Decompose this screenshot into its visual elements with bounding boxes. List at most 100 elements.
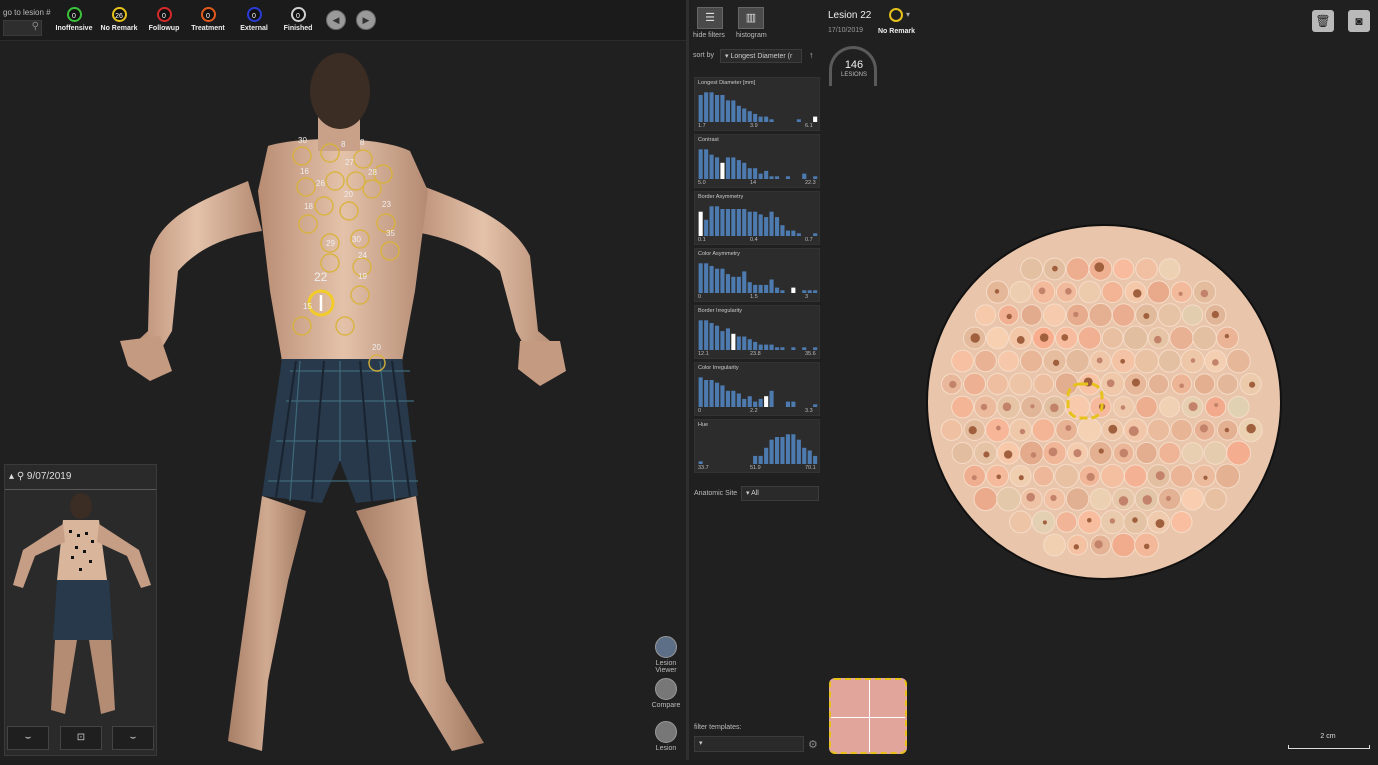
lesion-tile[interactable] <box>1033 373 1055 395</box>
lesion-marker[interactable]: 29 <box>326 239 335 248</box>
histogram-bar[interactable] <box>769 344 774 350</box>
histogram-bar[interactable] <box>769 211 774 236</box>
lesion-tile[interactable] <box>1008 372 1033 396</box>
histogram-bar[interactable] <box>725 274 730 293</box>
lesion-mosaic-grid[interactable] <box>928 226 1280 578</box>
lesion-tile[interactable] <box>1123 464 1148 488</box>
histogram-bar[interactable] <box>747 168 752 179</box>
histogram-bars[interactable] <box>698 257 818 293</box>
histogram-bar[interactable] <box>769 176 774 179</box>
lesion-tile[interactable] <box>1181 487 1205 511</box>
histogram-bar[interactable] <box>742 336 747 351</box>
histogram-bar[interactable] <box>764 284 769 293</box>
next-lesion-button[interactable]: ▶ <box>356 10 376 30</box>
histogram-bar[interactable] <box>813 404 818 407</box>
histogram-bar[interactable] <box>736 393 741 408</box>
histogram-bar[interactable] <box>725 100 730 122</box>
histogram-bar[interactable] <box>731 100 736 122</box>
histogram-bar[interactable] <box>802 447 807 464</box>
lesion-tile[interactable] <box>1193 373 1216 395</box>
lesion-marker[interactable]: 8 <box>360 138 365 147</box>
lesion-marker[interactable]: 26 <box>316 179 325 188</box>
histogram-bar[interactable] <box>720 268 725 293</box>
histogram-bar[interactable] <box>802 347 807 350</box>
histogram-bar[interactable] <box>731 209 736 236</box>
lesion-tile[interactable] <box>1111 303 1136 327</box>
histogram-bar[interactable] <box>753 455 758 464</box>
histogram-bar[interactable] <box>758 455 763 464</box>
histogram-bar[interactable] <box>709 266 714 293</box>
lesion-tile[interactable] <box>1031 418 1056 442</box>
histogram-bar[interactable] <box>736 336 741 351</box>
lesion-tile[interactable] <box>1101 327 1124 349</box>
histogram-bar[interactable] <box>758 214 763 236</box>
lesion-tile[interactable] <box>1170 511 1193 533</box>
histogram-bar-selected[interactable] <box>813 116 818 122</box>
lesion-tile[interactable] <box>996 486 1021 512</box>
histogram-bar[interactable] <box>736 105 741 122</box>
lesion-tool[interactable]: Lesion <box>648 721 684 752</box>
settings-gear-icon[interactable]: ⚙ <box>808 738 818 751</box>
lesion-tile[interactable] <box>1020 304 1043 326</box>
lesion-tile[interactable] <box>951 395 974 419</box>
histogram-bar[interactable] <box>758 116 763 122</box>
histogram-bar[interactable] <box>720 331 725 350</box>
lesion-tile[interactable] <box>1192 325 1217 351</box>
lesion-tile[interactable] <box>1181 442 1204 464</box>
lesion-tile[interactable] <box>1089 487 1112 511</box>
histogram-bar[interactable] <box>764 116 769 122</box>
delete-button[interactable]: 🗑 <box>1312 10 1334 32</box>
lesion-tile[interactable] <box>1101 280 1124 304</box>
lesion-tile[interactable] <box>1203 441 1228 465</box>
histogram-bar[interactable] <box>753 284 758 293</box>
histogram-bars[interactable] <box>698 371 818 407</box>
histogram-bar-selected[interactable] <box>764 396 769 407</box>
histogram-bar[interactable] <box>704 320 709 350</box>
histogram-bar[interactable] <box>791 230 796 236</box>
histogram-bar[interactable] <box>725 209 730 236</box>
histogram-bar[interactable] <box>775 217 780 236</box>
histogram-bar[interactable] <box>791 401 796 407</box>
histogram-bar[interactable] <box>715 325 720 350</box>
histogram-bar[interactable] <box>709 380 714 407</box>
status-followup[interactable]: 0 Followup <box>139 7 189 32</box>
histogram-bar[interactable] <box>704 149 709 179</box>
histogram-bar[interactable] <box>720 95 725 122</box>
histogram-button[interactable]: ▥ <box>738 7 764 29</box>
histogram-bar[interactable] <box>736 209 741 236</box>
histogram-bar[interactable] <box>698 95 703 122</box>
histogram-filter[interactable]: Contrast 5.0 14 22.3 <box>694 134 820 188</box>
lesion-marker[interactable]: 15 <box>303 302 312 311</box>
lesion-tile[interactable] <box>1181 304 1204 326</box>
rotate-right-button[interactable]: ⌣ <box>112 726 154 750</box>
lesion-tile[interactable] <box>1019 349 1044 373</box>
histogram-bar[interactable] <box>785 401 790 407</box>
histogram-bar[interactable] <box>780 437 785 464</box>
lesion-tile[interactable] <box>1078 280 1101 304</box>
histogram-bar[interactable] <box>764 447 769 464</box>
histogram-bar[interactable] <box>753 168 758 179</box>
histogram-bar[interactable] <box>796 119 801 122</box>
lesion-tile[interactable] <box>1009 510 1033 534</box>
histogram-bars[interactable] <box>698 428 818 464</box>
histogram-bar[interactable] <box>785 434 790 464</box>
status-treatment[interactable]: 0 Treatment <box>183 7 233 32</box>
lesion-tile[interactable] <box>974 304 997 326</box>
lesion-tile[interactable] <box>1158 258 1181 280</box>
lesion-tile[interactable] <box>1216 373 1239 395</box>
lesion-tile[interactable] <box>1158 441 1181 465</box>
histogram-bar[interactable] <box>813 176 818 179</box>
histogram-bar[interactable] <box>736 160 741 179</box>
histogram-bar[interactable] <box>698 263 703 293</box>
histogram-bar[interactable] <box>704 380 709 407</box>
lesion-marker[interactable]: 30 <box>352 235 361 244</box>
histogram-bar[interactable] <box>698 377 703 407</box>
lesion-marker[interactable]: 20 <box>372 343 381 352</box>
histogram-bar[interactable] <box>709 154 714 179</box>
reset-view-button[interactable]: ⊡ <box>60 726 102 750</box>
histogram-bar[interactable] <box>764 170 769 179</box>
lesion-tile[interactable] <box>963 372 986 396</box>
lesion-tile[interactable] <box>1159 396 1181 418</box>
lesion-tile[interactable] <box>1055 511 1078 533</box>
lesion-status-icon[interactable] <box>889 8 903 22</box>
